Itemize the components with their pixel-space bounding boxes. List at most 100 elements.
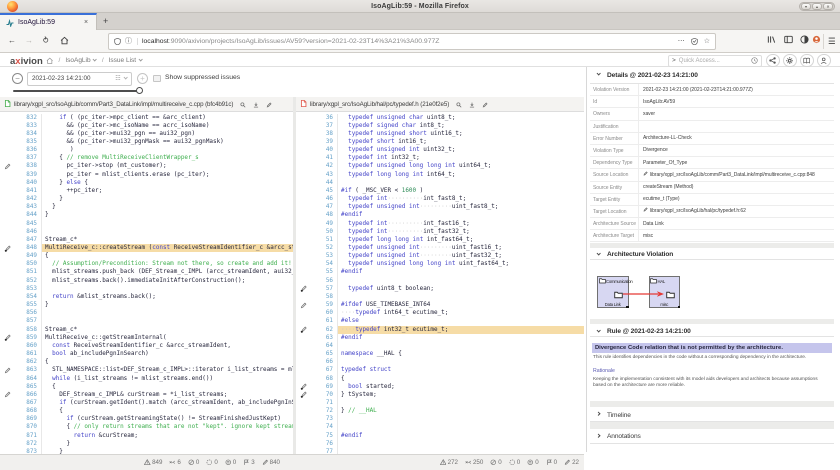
stat-flag[interactable]: 0 (546, 459, 557, 466)
gutter-separator (41, 228, 42, 236)
details-section-header[interactable]: Details @ 2021-02-23 14:21:00 (590, 67, 834, 84)
line-number: 865 (0, 383, 37, 391)
code-view[interactable]: 832 if ( (pc_iter->mpc_client == &arc_cl… (0, 112, 293, 454)
line-number: 48 (296, 211, 333, 219)
share-icon (769, 57, 776, 64)
stat-circle[interactable]: 0 (206, 459, 217, 466)
tab-close-icon[interactable]: × (84, 16, 88, 30)
line-number: 850 (0, 260, 37, 268)
extension-icon[interactable] (812, 35, 821, 47)
source-text: #else (341, 317, 584, 325)
library-icon[interactable] (767, 35, 776, 47)
line-number: 55 (296, 268, 333, 276)
help-button[interactable] (800, 54, 814, 68)
calendar-icon[interactable]: ☷ (115, 76, 120, 82)
minimize-button[interactable]: ▾ (801, 3, 811, 10)
home-breadcrumb-icon[interactable] (46, 57, 54, 65)
rule-section-header[interactable]: Rule @ 2021-02-23 14:21:00 (590, 325, 834, 338)
stat-equal[interactable]: 0 (527, 459, 538, 466)
detail-value[interactable]: library/xgpl_src/IsoAgLib/hal/pc/typedef… (639, 205, 834, 217)
stat-flag[interactable]: 3 (243, 459, 254, 466)
sidebar-toggle-icon[interactable] (784, 35, 793, 47)
code-view[interactable]: 36 typedef unsigned char uint8_t;37 type… (296, 112, 584, 454)
previous-version-button[interactable]: − (12, 73, 23, 84)
code-line: 851 mlist_streams.push_back (DEF_Stream_… (0, 268, 293, 276)
bookmark-star-icon[interactable]: ☆ (704, 38, 710, 46)
magnifier-button[interactable] (456, 101, 462, 108)
breadcrumb: / IsoAgLib / Issue List (46, 57, 142, 65)
user-button[interactable] (817, 54, 831, 68)
stat-warning[interactable]: 272 (440, 459, 458, 466)
home-icon[interactable] (60, 36, 69, 48)
stat-slash[interactable]: 0 (490, 459, 501, 466)
browser-tab[interactable]: IsoAgLib:59 × (0, 13, 97, 30)
stat-pencil[interactable]: 22 (564, 459, 579, 466)
url-bar[interactable]: ⓘ localhost:9090/axivion/projects/IsoAgL… (108, 33, 716, 50)
details-sidebar: Details @ 2021-02-23 14:21:00Violation V… (584, 67, 840, 470)
stat-circle[interactable]: 0 (509, 459, 520, 466)
back-icon[interactable]: ← (8, 36, 16, 46)
account-icon[interactable] (800, 35, 809, 47)
magnifier-button[interactable] (240, 101, 246, 108)
date-input[interactable]: 2021-02-23 14:21:00 ☷ (27, 72, 132, 86)
stat-count: 6 (177, 459, 180, 466)
next-version-button[interactable]: + (137, 73, 148, 84)
settings-button[interactable] (783, 54, 797, 68)
maximize-button[interactable]: ▴ (812, 3, 822, 10)
stat-slash[interactable]: 0 (188, 459, 199, 466)
code-line: 57 typedef uint8_t boolean; (296, 285, 584, 293)
gutter-separator (337, 350, 338, 358)
stat-clone[interactable]: 6 (169, 459, 180, 466)
resize-handle (626, 306, 629, 309)
line-number: 846 (0, 228, 37, 236)
show-suppressed-checkbox[interactable] (153, 75, 161, 83)
pocket-icon[interactable] (691, 38, 698, 45)
version-slider-track[interactable] (13, 90, 141, 92)
file-stats-left: 84960003840 (144, 459, 280, 466)
rationale-link[interactable]: Rationale (593, 368, 615, 374)
close-button[interactable]: ✕ (823, 3, 833, 10)
violation-section-header[interactable]: Architecture Violation (590, 248, 834, 260)
shield-icon[interactable] (114, 38, 121, 45)
download-button[interactable] (253, 101, 259, 108)
timeline-section-header[interactable]: Timeline (590, 407, 834, 422)
file-header: library/xgpl_src/IsoAgLib/comm/Part3_Dat… (0, 97, 293, 112)
page-actions-icon[interactable]: ⋯ (678, 38, 685, 46)
forward-icon[interactable]: → (25, 36, 33, 46)
download-button[interactable] (469, 101, 475, 108)
window-titlebar[interactable]: IsoAgLib:59 - Mozilla Firefox ▾ ▴ ✕ (0, 0, 840, 13)
version-slider-handle[interactable] (136, 87, 143, 94)
source-text: if (curStream.getStreamingState() != Str… (45, 415, 293, 423)
source-node-label: Data Link (598, 302, 628, 307)
code-line: 852 mlist_streams.back().immediateInitAf… (0, 277, 293, 285)
url-text[interactable]: localhost:9090/axivion/projects/IsoAgLib… (142, 38, 672, 45)
pencil-button[interactable] (266, 101, 272, 108)
axivion-logo[interactable]: axivion (10, 56, 43, 67)
gutter-separator (337, 179, 338, 187)
new-tab-button[interactable]: + (103, 14, 108, 29)
site-info-icon[interactable]: ⓘ (125, 38, 138, 45)
stat-pencil[interactable]: 840 (262, 459, 280, 466)
line-number: 868 (0, 407, 37, 415)
stat-warning[interactable]: 849 (144, 459, 162, 466)
architecture-diagram[interactable]: CommunicationData LinkHALmisc (590, 260, 834, 319)
source-text: mlist_streams.push_back (DEF_Stream_c_IM… (45, 268, 293, 276)
gutter-separator (337, 122, 338, 130)
breadcrumb-project[interactable]: IsoAgLib (65, 57, 97, 64)
pencil-button[interactable] (482, 101, 488, 108)
share-button[interactable] (766, 54, 780, 68)
chevron-down-icon (597, 329, 600, 332)
stat-clone[interactable]: 250 (465, 459, 483, 466)
stat-equal[interactable]: 0 (225, 459, 236, 466)
menu-icon[interactable]: ☰ (828, 35, 836, 47)
code-line: 67typedef struct (296, 366, 584, 374)
chevron-down-icon[interactable] (123, 76, 128, 81)
breadcrumb-view[interactable]: Issue List (109, 57, 143, 64)
annotations-section-header[interactable]: Annotations (590, 429, 834, 444)
source-text: return &mlist_streams.back(); (45, 293, 293, 301)
detail-value[interactable]: library/xgpl_src/IsoAgLib/comm/Part3_Dat… (639, 169, 834, 181)
line-number: 46 (296, 195, 333, 203)
reload-icon[interactable]: ⥁ (43, 36, 48, 46)
clock-icon[interactable] (751, 57, 758, 64)
quick-access-input[interactable]: > Quick Access... (668, 55, 762, 67)
